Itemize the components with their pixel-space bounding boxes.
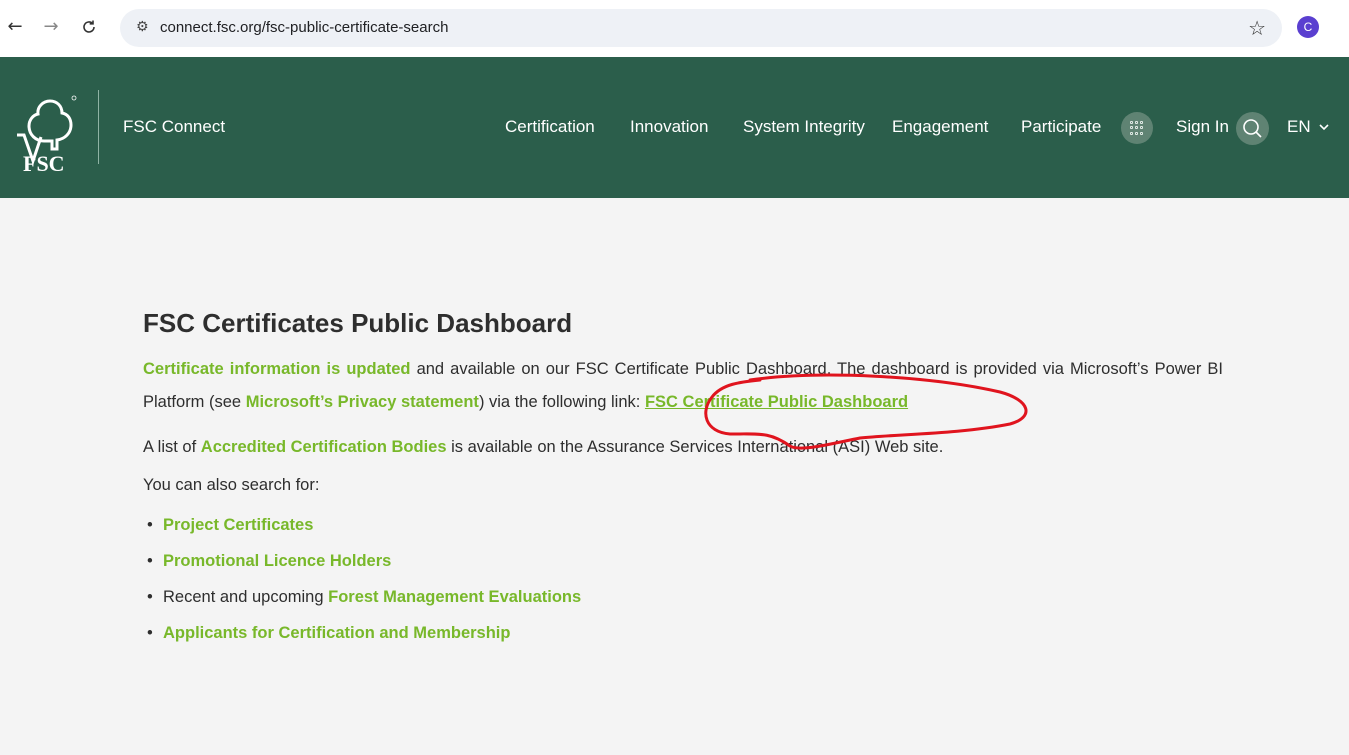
site-header: FSC FSC Connect Certification Innovation… bbox=[0, 57, 1349, 198]
applicants-link[interactable]: Applicants for Certification and Members… bbox=[163, 624, 510, 642]
list-item: • Project Certificates bbox=[147, 516, 314, 534]
back-button[interactable]: ← bbox=[4, 14, 26, 40]
sign-in-link[interactable]: Sign In bbox=[1176, 117, 1229, 137]
microsoft-privacy-link[interactable]: Microsoft’s Privacy statement bbox=[246, 393, 479, 411]
search-button[interactable] bbox=[1236, 112, 1269, 145]
profile-avatar[interactable]: C bbox=[1297, 16, 1319, 38]
search-icon bbox=[1243, 119, 1262, 138]
reload-button[interactable] bbox=[78, 14, 100, 40]
list-item-3-prefix: Recent and upcoming bbox=[163, 588, 329, 606]
list-item: • Promotional Licence Holders bbox=[147, 552, 392, 570]
language-label: EN bbox=[1287, 117, 1311, 136]
also-search-label: You can also search for: bbox=[143, 476, 320, 494]
nav-participate[interactable]: Participate bbox=[1021, 117, 1101, 137]
accredited-bodies-link[interactable]: Accredited Certification Bodies bbox=[201, 438, 447, 456]
forest-evaluations-link[interactable]: Forest Management Evaluations bbox=[328, 588, 581, 606]
bookmark-star-icon[interactable]: ☆ bbox=[1248, 16, 1266, 40]
site-name[interactable]: FSC Connect bbox=[123, 117, 225, 137]
list-item: • Applicants for Certification and Member… bbox=[147, 624, 511, 642]
page-title: FSC Certificates Public Dashboard bbox=[143, 308, 573, 338]
apps-grid-icon bbox=[1130, 121, 1144, 135]
forward-button[interactable]: → bbox=[40, 14, 62, 40]
intro-paragraph: Certificate information is updated and a… bbox=[143, 353, 1223, 419]
chevron-down-icon bbox=[1319, 124, 1329, 131]
intro-text-2: ) via the following link: bbox=[478, 393, 645, 411]
nav-certification[interactable]: Certification bbox=[505, 117, 595, 137]
accredited-paragraph: A list of Accredited Certification Bodie… bbox=[143, 438, 1223, 457]
accredited-prefix: A list of bbox=[143, 438, 201, 456]
nav-engagement[interactable]: Engagement bbox=[892, 117, 988, 137]
logo-text: FSC bbox=[23, 151, 65, 176]
promotional-licence-link[interactable]: Promotional Licence Holders bbox=[163, 552, 391, 570]
apps-grid-button[interactable] bbox=[1121, 112, 1153, 144]
language-selector[interactable]: EN bbox=[1287, 117, 1330, 137]
site-info-icon[interactable]: ⚙ bbox=[136, 19, 149, 35]
public-dashboard-link[interactable]: FSC Certificate Public Dashboard bbox=[645, 393, 908, 411]
project-certificates-link[interactable]: Project Certificates bbox=[163, 516, 313, 534]
address-bar[interactable]: ⚙ connect.fsc.org/fsc-public-certificate… bbox=[120, 9, 1282, 47]
browser-toolbar: ← → ⚙ connect.fsc.org/fsc-public-certifi… bbox=[0, 0, 1349, 57]
main-content: FSC Certificates Public Dashboard Certif… bbox=[143, 308, 1223, 651]
list-item: • Recent and upcoming Forest Management E… bbox=[147, 588, 582, 606]
accredited-suffix: is available on the Assurance Services I… bbox=[446, 438, 944, 456]
url-text[interactable]: connect.fsc.org/fsc-public-certificate-s… bbox=[160, 19, 448, 36]
nav-innovation[interactable]: Innovation bbox=[630, 117, 708, 137]
search-list: • Project Certificates • Promotional Licen… bbox=[143, 507, 1223, 651]
reload-icon bbox=[83, 20, 95, 33]
nav-system-integrity[interactable]: System Integrity bbox=[743, 117, 865, 137]
certificate-info-link[interactable]: Certificate information is updated bbox=[143, 360, 411, 378]
logo-divider bbox=[98, 90, 99, 164]
